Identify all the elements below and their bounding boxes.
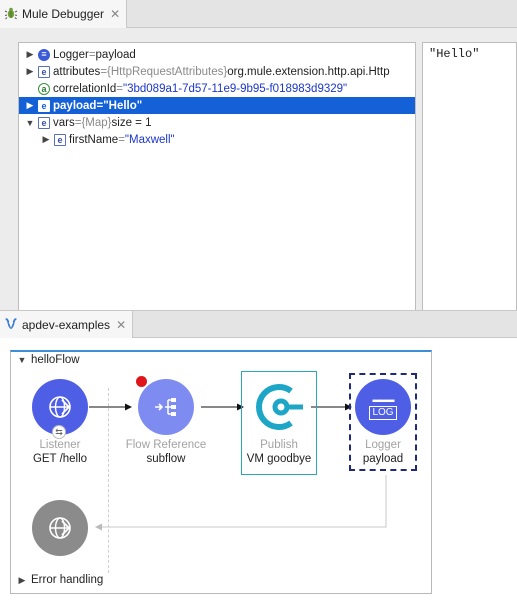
tree-row-value: "3bd089a1-7d57-11e9-9b95-f018983d9329"	[123, 82, 348, 95]
tree-row-value: "Maxwell"	[124, 133, 175, 146]
publish-figure[interactable]	[251, 379, 307, 435]
element-icon: e	[38, 65, 50, 78]
node-publish[interactable]: Publish VM goodbye	[234, 379, 324, 465]
tree-row-value: "Hello"	[103, 99, 143, 112]
expand-arrow-icon[interactable]: ▶	[25, 100, 35, 111]
tab-label: Mule Debugger	[22, 7, 105, 21]
mule-icon	[4, 316, 18, 333]
tree-row-correlation-id[interactable]: a correlationId = "3bd089a1-7d57-11e9-9b…	[19, 80, 415, 97]
tab-apdev-examples[interactable]: apdev-examples ✕	[0, 311, 134, 338]
debugger-body: ▶ ≡ Logger = payload ▶ e attributes = {H…	[0, 28, 517, 320]
node-type: Flow Reference	[125, 439, 207, 451]
close-icon[interactable]: ✕	[110, 7, 120, 21]
element-icon: e	[54, 133, 66, 146]
close-icon[interactable]: ✕	[116, 318, 126, 332]
collapse-arrow-icon[interactable]: ▼	[25, 118, 35, 128]
tree-row-payload[interactable]: ▶ e payload = "Hello"	[19, 97, 415, 114]
logger-icon: ▬▬▬ LOG	[369, 395, 397, 420]
node-type: Listener	[39, 439, 81, 451]
variables-tree: ▶ ≡ Logger = payload ▶ e attributes = {H…	[18, 42, 416, 320]
element-icon: e	[38, 116, 50, 129]
value-detail-text: "Hello"	[429, 47, 480, 61]
node-flow-reference[interactable]: Flow Reference subflow	[121, 379, 211, 465]
expand-arrow-icon[interactable]: ▶	[25, 66, 35, 77]
node-label: VM goodbye	[246, 453, 312, 465]
tree-row-attributes[interactable]: ▶ e attributes = {HttpRequestAttributes}…	[19, 63, 415, 80]
globe-icon	[49, 517, 71, 539]
node-label: GET /hello	[32, 453, 88, 465]
tree-row-name: correlationId	[53, 82, 117, 95]
tree-row-logger[interactable]: ▶ ≡ Logger = payload	[19, 46, 415, 63]
value-detail-pane[interactable]: "Hello"	[422, 42, 517, 320]
node-label: payload	[362, 453, 404, 465]
tree-row-name: firstName	[69, 133, 119, 146]
flow-reference-icon	[155, 398, 176, 416]
tree-row-type: {HttpRequestAttributes}	[107, 65, 228, 78]
exchange-icon: ⇆	[52, 425, 66, 439]
breakpoint-marker[interactable]	[136, 376, 147, 387]
tree-row-first-name[interactable]: ▶ e firstName = "Maxwell"	[19, 131, 415, 148]
tab-mule-debugger[interactable]: Mule Debugger ✕	[0, 0, 128, 28]
debugger-tabbar: Mule Debugger ✕	[0, 0, 517, 28]
flow-editor-tabbar: apdev-examples ✕	[0, 310, 517, 338]
globe-icon	[49, 396, 71, 418]
bug-icon	[4, 6, 18, 23]
expand-arrow-icon[interactable]: ▶	[41, 134, 51, 145]
vm-publish-icon	[256, 384, 303, 430]
node-listener-response[interactable]	[15, 500, 105, 556]
tab-label: apdev-examples	[22, 317, 111, 332]
expand-arrow-icon[interactable]: ▶	[25, 49, 35, 60]
return-connector	[95, 475, 387, 531]
mule-debugger-panel: Mule Debugger ✕ ▶ ≡ Logger = payload ▶ e…	[0, 0, 517, 320]
logger-circle[interactable]: ▬▬▬ LOG	[355, 379, 411, 435]
listener-circle[interactable]: ⇆	[32, 379, 88, 439]
flow-editor-panel: apdev-examples ✕ ▼ helloFlow ⇆ Listener …	[0, 300, 517, 602]
element-icon: e	[38, 99, 50, 112]
tree-row-value: size = 1	[111, 116, 152, 129]
logger-icon: ≡	[38, 48, 50, 61]
tree-row-name: attributes	[53, 65, 101, 78]
tree-row-name: payload	[53, 99, 97, 112]
tree-row-vars[interactable]: ▼ e vars = {Map} size = 1	[19, 114, 415, 131]
node-logger[interactable]: ▬▬▬ LOG Logger payload	[338, 379, 428, 465]
listener-response-circle[interactable]	[32, 500, 88, 556]
node-listener[interactable]: ⇆ Listener GET /hello	[15, 379, 105, 465]
tree-row-name: vars	[53, 116, 75, 129]
flow-canvas[interactable]: ▼ helloFlow ⇆ Listener GET /hello Flow R…	[0, 338, 517, 602]
node-label: subflow	[146, 453, 186, 465]
node-type: Publish	[260, 439, 298, 451]
tree-row-type: {Map}	[81, 116, 112, 129]
attribute-icon: a	[38, 82, 50, 95]
flow-container-helloflow[interactable]: ▼ helloFlow ⇆ Listener GET /hello Flow R…	[10, 350, 432, 594]
error-handling-section[interactable]: ▶ Error handling	[17, 574, 104, 586]
tree-row-value: payload	[95, 48, 136, 61]
flow-reference-circle[interactable]	[138, 379, 194, 435]
tree-row-value: org.mule.extension.http.api.Http	[227, 65, 390, 78]
tree-row-name: Logger	[53, 48, 89, 61]
expand-arrow-icon[interactable]: ▶	[17, 575, 27, 586]
node-type: Logger	[365, 439, 401, 451]
